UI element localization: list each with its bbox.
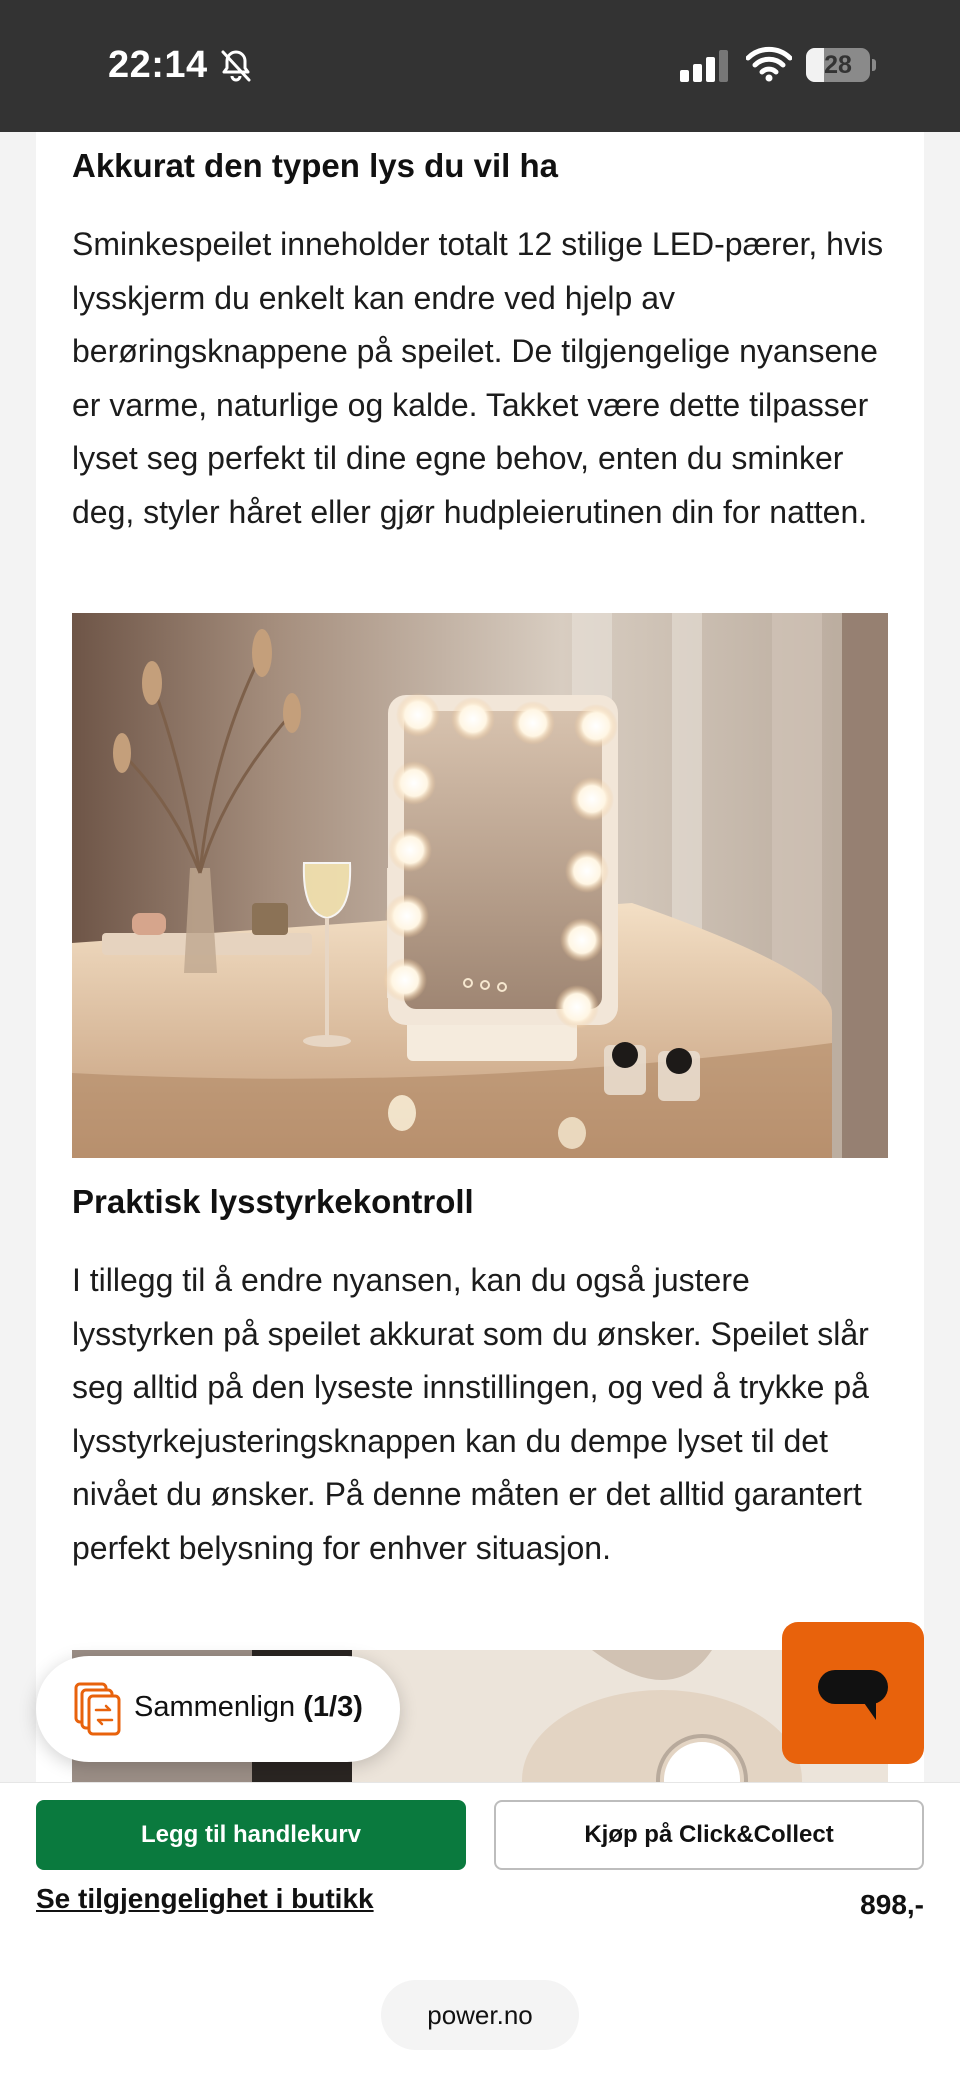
battery-level: 28 [824, 51, 852, 79]
status-bar: 22:14 28 [0, 0, 960, 132]
chat-bubble-icon [818, 1670, 888, 1720]
battery-icon: 28 [806, 48, 876, 82]
compare-count: (1/3) [303, 1691, 363, 1723]
product-description: Akkurat den typen lys du vil ha Sminkesp… [36, 132, 924, 1782]
add-to-cart-button[interactable]: Legg til handlekurv [36, 1800, 466, 1870]
signal-icon [680, 50, 728, 82]
price: 898,- [860, 1889, 924, 1920]
section-heading: Praktisk lysstyrkekontroll [72, 1183, 474, 1220]
section-body: I tillegg til å endre nyansen, kan du og… [72, 1262, 869, 1566]
vanity-mirror-photo [72, 613, 888, 1158]
wifi-icon [746, 46, 792, 82]
section-heading: Akkurat den typen lys du vil ha [72, 147, 558, 184]
click-collect-button[interactable]: Kjøp på Click&Collect [494, 1800, 924, 1870]
compare-icon [74, 1682, 121, 1736]
status-time: 22:14 [108, 44, 208, 86]
store-availability-link[interactable]: Se tilgjengelighet i butikk [36, 1883, 374, 1915]
compare-label: Sammenlign (1/3) [134, 1691, 363, 1724]
address-bar[interactable]: power.no [381, 1980, 579, 2050]
compare-button[interactable]: Sammenlign (1/3) [36, 1656, 400, 1762]
chat-button[interactable] [782, 1622, 924, 1764]
bell-slash-icon [221, 50, 251, 82]
section-body: Sminkespeilet inneholder totalt 12 stili… [72, 226, 884, 530]
compare-text: Sammenlign [134, 1691, 296, 1723]
